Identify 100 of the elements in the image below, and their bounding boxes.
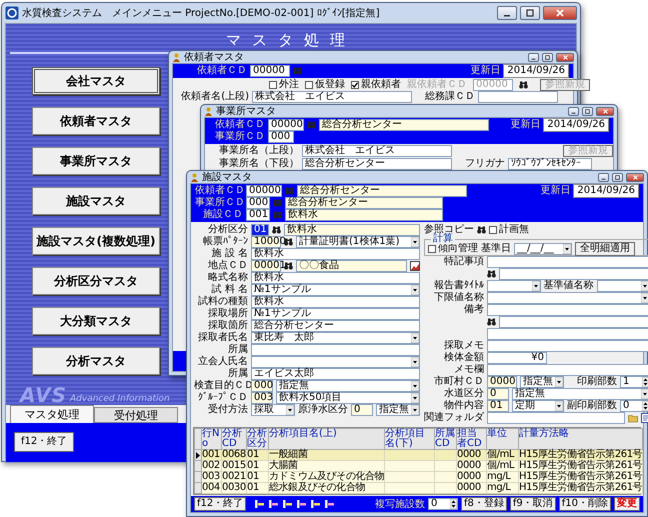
dropdown[interactable]: 計量証明書(1検体1葉): [296, 236, 420, 248]
dropdown[interactable]: [596, 280, 648, 292]
checkbox[interactable]: [305, 81, 313, 89]
text-field[interactable]: 飲料水: [251, 296, 420, 308]
picture-icon[interactable]: [410, 261, 420, 271]
text-field[interactable]: 株式会社 エイビス: [252, 91, 412, 103]
toolbar-icon[interactable]: [269, 500, 278, 508]
text-field[interactable]: [487, 340, 648, 352]
column-header[interactable]: 分析区分: [246, 428, 268, 450]
dropdown[interactable]: 採取: [251, 404, 295, 416]
maximize-button[interactable]: [612, 172, 623, 182]
column-header[interactable]: 分析項目名(上): [268, 428, 384, 450]
menu-button[interactable]: 施設マスタ(複数処理): [32, 227, 160, 255]
text-field[interactable]: 飲料水: [251, 272, 420, 284]
text-field[interactable]: エイビス太郎: [251, 368, 420, 380]
dropdown[interactable]: 飲料水50項目: [276, 392, 420, 404]
search-icon[interactable]: [519, 81, 528, 89]
number-spinner[interactable]: 0: [428, 498, 458, 510]
text-field[interactable]: 000: [246, 197, 270, 209]
menu-button[interactable]: 会社マスタ: [32, 67, 160, 95]
text-field[interactable]: [487, 364, 648, 376]
text-field[interactable]: 000: [268, 131, 294, 143]
spinner-arrows-icon[interactable]: [642, 377, 648, 387]
code-field[interactable]: 003: [251, 392, 273, 404]
search-icon[interactable]: [487, 270, 496, 278]
exit-button[interactable]: f12・終了: [14, 432, 74, 452]
column-header[interactable]: 行No: [202, 428, 222, 450]
search-icon[interactable]: [284, 238, 293, 246]
code-field[interactable]: 000: [251, 380, 273, 392]
menu-button[interactable]: 分析区分マスタ: [32, 267, 160, 295]
mode-button[interactable]: 変更: [614, 497, 640, 511]
folder-path-field[interactable]: [487, 412, 625, 424]
text-field[interactable]: 00000: [250, 65, 290, 77]
close-button[interactable]: [626, 172, 644, 182]
date-dropdown[interactable]: __/__/__: [514, 243, 572, 255]
code-field[interactable]: 01: [251, 224, 269, 236]
dropdown[interactable]: №1サンプル: [251, 284, 420, 296]
search-icon[interactable]: [284, 262, 293, 270]
text-field[interactable]: ｿｳｺﾞｳﾌﾞﾝｾｷｾﾝﾀｰ: [508, 158, 592, 170]
text-field[interactable]: №1サンプル: [251, 308, 420, 320]
column-header[interactable]: 単位: [486, 428, 518, 450]
number-spinner[interactable]: 1: [620, 376, 648, 388]
minimize-button[interactable]: [528, 52, 539, 62]
minimize-button[interactable]: [497, 6, 517, 20]
menu-button[interactable]: 大分類マスタ: [32, 307, 160, 335]
text-field[interactable]: 001: [246, 209, 270, 221]
column-header[interactable]: 担当者CD: [456, 428, 486, 450]
close-button[interactable]: [556, 52, 574, 62]
apply-all-button[interactable]: 全明細適用: [575, 242, 635, 256]
toolbar-icon[interactable]: [325, 500, 334, 508]
checkbox[interactable]: [269, 81, 277, 89]
code-field[interactable]: 01: [487, 400, 509, 412]
menu-button[interactable]: 事業所マスタ: [32, 147, 160, 175]
toolbar-icon[interactable]: [283, 500, 292, 508]
column-header[interactable]: 分析CD: [222, 428, 246, 450]
checkbox[interactable]: [489, 226, 497, 234]
tab[interactable]: 受付処理: [94, 407, 178, 423]
text-field[interactable]: [487, 328, 648, 340]
text-field[interactable]: [478, 91, 558, 103]
text-field[interactable]: 00000: [246, 185, 282, 197]
text-field[interactable]: [499, 268, 648, 280]
code-field[interactable]: 0: [487, 388, 509, 400]
text-field[interactable]: 00000: [268, 119, 304, 131]
dropdown[interactable]: 指定無: [276, 380, 420, 392]
maximize-button[interactable]: [520, 6, 540, 20]
text-field[interactable]: 株式会社 エイビス: [302, 145, 452, 157]
toolbar-icon[interactable]: [255, 500, 264, 508]
text-field[interactable]: [499, 316, 648, 328]
text-field[interactable]: [487, 256, 648, 268]
document-icon[interactable]: [641, 413, 648, 423]
dropdown[interactable]: 指定無: [520, 376, 564, 388]
column-header[interactable]: 所属CD: [434, 428, 456, 450]
close-button[interactable]: [596, 106, 614, 116]
maximize-button[interactable]: [582, 106, 593, 116]
spinner-arrows-icon[interactable]: [642, 401, 648, 411]
search-icon[interactable]: [477, 226, 486, 234]
action-button[interactable]: f8・登録: [460, 497, 507, 511]
exit-button[interactable]: f12・終了: [194, 497, 246, 511]
action-button[interactable]: f10・削除: [558, 497, 611, 511]
dropdown[interactable]: 指定無: [376, 404, 420, 416]
text-field[interactable]: [487, 304, 648, 316]
toolbar-icon[interactable]: [297, 500, 306, 508]
dropdown[interactable]: [487, 292, 648, 304]
minimize-button[interactable]: [568, 106, 579, 116]
dropdown[interactable]: [251, 356, 420, 368]
column-header[interactable]: 計量方法略: [518, 428, 642, 450]
dropdown[interactable]: 定期: [512, 400, 564, 412]
text-field[interactable]: [251, 344, 420, 356]
minimize-button[interactable]: [598, 172, 609, 182]
dropdown[interactable]: 指定無: [512, 388, 648, 400]
checkbox[interactable]: [428, 245, 436, 253]
column-header[interactable]: 分析項目名(下): [384, 428, 434, 450]
code-field[interactable]: 0: [351, 404, 373, 416]
amount-field[interactable]: ¥0: [487, 352, 547, 364]
action-button[interactable]: f9・取消: [510, 497, 556, 511]
text-field[interactable]: 総合分析センター: [251, 320, 420, 332]
close-button[interactable]: [543, 6, 577, 20]
toolbar-icon[interactable]: [311, 500, 320, 508]
checkbox[interactable]: [351, 81, 359, 89]
text-field[interactable]: 総合分析センター: [302, 158, 452, 170]
